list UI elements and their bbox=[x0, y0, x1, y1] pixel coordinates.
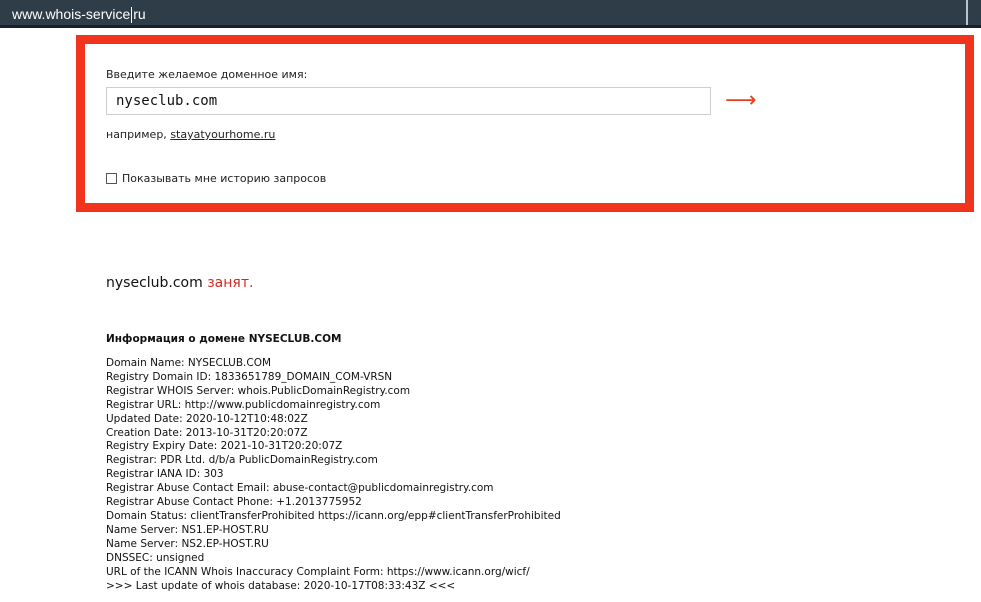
status-badge: занят. bbox=[207, 275, 254, 291]
result-domain: nyseclub.com bbox=[106, 275, 203, 291]
whois-line: Registry Expiry Date: 2021-10-31T20:20:0… bbox=[106, 440, 343, 453]
address-bar-divider bbox=[966, 0, 968, 25]
whois-record: Domain Name: NYSECLUB.COM Registry Domai… bbox=[106, 357, 966, 593]
whois-line: Name Server: NS1.EP-HOST.RU bbox=[106, 523, 269, 536]
address-url-tld: ru bbox=[133, 6, 146, 22]
whois-line: Name Server: NS2.EP-HOST.RU bbox=[106, 537, 269, 550]
whois-line: URL of the ICANN Whois Inaccuracy Compla… bbox=[106, 565, 530, 578]
whois-line: DNSSEC: unsigned bbox=[106, 551, 205, 564]
right-arrow-icon[interactable]: ⟶ bbox=[725, 88, 757, 113]
domain-search-form: Введите желаемое доменное имя: ⟶ наприме… bbox=[76, 35, 974, 212]
whois-line: Registrar WHOIS Server: whois.PublicDoma… bbox=[106, 384, 411, 397]
result-summary: nyseclub.com занят. bbox=[106, 275, 253, 291]
whois-line: Registry Domain ID: 1833651789_DOMAIN_CO… bbox=[106, 370, 393, 383]
whois-line: Registrar Abuse Contact Email: abuse-con… bbox=[106, 482, 494, 495]
example-hint: например, stayatyourhome.ru bbox=[106, 128, 275, 141]
submit-button[interactable]: ⟶ bbox=[725, 90, 757, 112]
whois-line: Registrar: PDR Ltd. d/b/a PublicDomainRe… bbox=[106, 454, 378, 467]
whois-line: Registrar Abuse Contact Phone: +1.201377… bbox=[106, 496, 362, 509]
domain-input-label: Введите желаемое доменное имя: bbox=[106, 68, 308, 81]
history-label: Показывать мне историю запросов bbox=[122, 172, 327, 185]
whois-line: Registrar IANA ID: 303 bbox=[106, 468, 224, 481]
whois-line: Registrar URL: http://www.publicdomainre… bbox=[106, 398, 381, 411]
address-url-host: www.whois-service bbox=[12, 6, 131, 22]
example-prefix: например, bbox=[106, 128, 167, 141]
info-heading: Информация о домене NYSECLUB.COM bbox=[106, 333, 342, 345]
history-option[interactable]: Показывать мне историю запросов bbox=[106, 172, 326, 185]
example-link[interactable]: stayatyourhome.ru bbox=[170, 128, 275, 141]
address-bar[interactable]: www.whois-service ru bbox=[0, 0, 981, 28]
whois-line: >>> Last update of whois database: 2020-… bbox=[106, 579, 456, 592]
whois-line: Updated Date: 2020-10-12T10:48:02Z bbox=[106, 412, 308, 425]
history-checkbox[interactable] bbox=[106, 173, 117, 184]
address-url[interactable]: www.whois-service ru bbox=[12, 5, 146, 24]
whois-line: Domain Status: clientTransferProhibited … bbox=[106, 509, 561, 522]
whois-line: Domain Name: NYSECLUB.COM bbox=[106, 357, 272, 369]
whois-line: Creation Date: 2013-10-31T20:20:07Z bbox=[106, 426, 308, 439]
domain-input[interactable] bbox=[106, 87, 711, 115]
